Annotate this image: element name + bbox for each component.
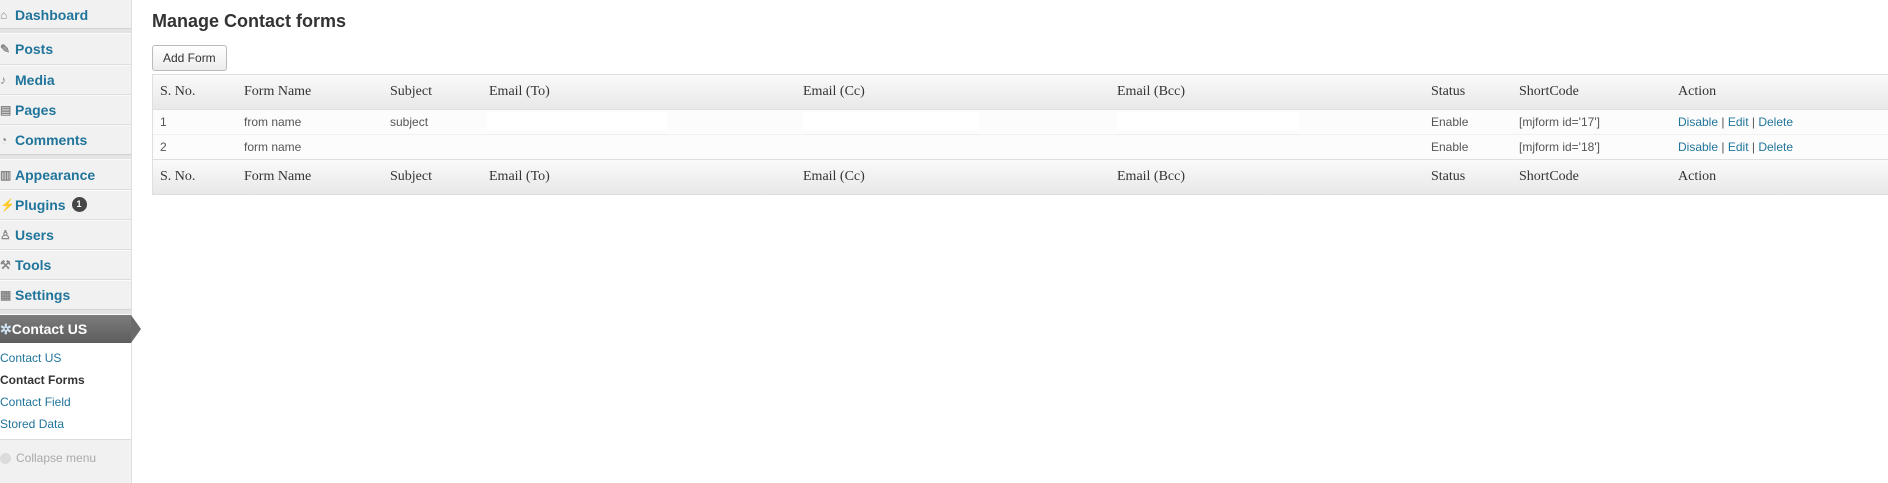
settings-icon: ▦ (0, 287, 12, 302)
menu-posts[interactable]: ✎ Posts (0, 34, 131, 63)
column-header-action: Action (1678, 84, 1717, 99)
tools-icon: ⚒ (0, 257, 11, 272)
menu-media-label: Media (15, 71, 55, 88)
column-header-form-name: Form Name (244, 84, 312, 99)
column-footer-action: Action (1678, 169, 1717, 184)
cell-form-name: from name (244, 115, 302, 129)
cell-form-name: form name (244, 140, 302, 154)
column-footer-form-name: Form Name (244, 169, 312, 184)
menu-pages-label: Pages (15, 101, 57, 118)
menu-appearance-label: Appearance (15, 166, 96, 183)
active-menu-arrow (131, 315, 141, 343)
cell-status: Enable (1431, 115, 1469, 129)
column-header-status: Status (1431, 84, 1466, 99)
appearance-icon: ▥ (0, 167, 12, 182)
cell-email-cc (803, 112, 979, 130)
users-icon: ♙ (0, 227, 11, 242)
menu-appearance[interactable]: ▥ Appearance (0, 160, 131, 189)
cell-sno: 2 (160, 140, 167, 154)
menu-users-label: Users (15, 226, 54, 243)
menu-settings-label: Settings (15, 286, 71, 303)
column-header-email-to: Email (To) (489, 84, 550, 99)
cell-actions: Disable | Edit | Delete (1678, 140, 1793, 154)
action-separator: | (1721, 140, 1725, 154)
menu-settings[interactable]: ▦ Settings (0, 280, 131, 309)
menu-tools[interactable]: ⚒ Tools (0, 250, 131, 279)
table-row: 2 form name Enable [mjform id='18'] Disa… (153, 134, 1888, 159)
menu-dashboard-label: Dashboard (15, 6, 89, 23)
column-footer-email-bcc: Email (Bcc) (1117, 169, 1186, 184)
collapse-icon (0, 452, 11, 464)
collapse-menu-label: Collapse menu (16, 451, 97, 465)
menu-tools-label: Tools (15, 256, 52, 273)
gear-icon: ✲ (0, 320, 12, 337)
column-footer-sno: S. No. (160, 169, 196, 184)
menu-media[interactable]: ♪ Media (0, 65, 131, 94)
disable-link[interactable]: Disable (1678, 140, 1718, 154)
column-footer-email-to: Email (To) (489, 169, 550, 184)
menu-comments[interactable]: ◔ Comments (0, 125, 131, 154)
menu-users[interactable]: ♙ Users (0, 220, 131, 249)
plugins-icon: ⚡ (0, 197, 12, 212)
cell-email-to (487, 112, 667, 130)
contact-us-submenu: Contact US Contact Forms Contact Field S… (0, 343, 131, 440)
menu-comments-label: Comments (15, 131, 88, 148)
column-footer-email-cc: Email (Cc) (803, 169, 865, 184)
pages-icon: ▤ (0, 102, 12, 117)
cell-shortcode: [mjform id='18'] (1519, 140, 1600, 154)
delete-link[interactable]: Delete (1758, 140, 1793, 154)
edit-link[interactable]: Edit (1728, 115, 1749, 129)
menu-contact-us-active[interactable]: ✲ Contact US (0, 315, 131, 343)
disable-link[interactable]: Disable (1678, 115, 1718, 129)
dashboard-icon: ⌂ (0, 7, 8, 22)
cell-email-bcc (1117, 112, 1299, 130)
add-form-button[interactable]: Add Form (152, 45, 227, 71)
menu-contact-us-label: Contact US (11, 321, 88, 337)
menu-plugins-label: Plugins (15, 196, 66, 213)
column-header-subject: Subject (390, 84, 432, 99)
column-footer-status: Status (1431, 169, 1466, 184)
media-icon: ♪ (0, 72, 6, 87)
menu-posts-label: Posts (15, 40, 54, 57)
cell-sno: 1 (160, 115, 167, 129)
admin-sidebar: ⌂ Dashboard ✎ Posts ♪ Media ▤ Pages ◔ Co… (0, 0, 132, 483)
delete-link[interactable]: Delete (1758, 115, 1793, 129)
submenu-contact-field[interactable]: Contact Field (0, 395, 71, 409)
cell-shortcode: [mjform id='17'] (1519, 115, 1600, 129)
pin-icon: ✎ (0, 41, 11, 56)
action-separator: | (1721, 115, 1725, 129)
column-footer-shortcode: ShortCode (1519, 169, 1579, 184)
column-footer-subject: Subject (390, 169, 432, 184)
column-header-email-bcc: Email (Bcc) (1117, 84, 1186, 99)
menu-pages[interactable]: ▤ Pages (0, 95, 131, 124)
plugins-update-badge: 1 (71, 197, 87, 212)
contact-forms-table: S. No. Form Name Subject Email (To) Emai… (152, 74, 1888, 195)
page-title: Manage Contact forms (152, 11, 347, 31)
table-header: S. No. Form Name Subject Email (To) Emai… (153, 75, 1888, 110)
action-separator: | (1751, 115, 1755, 129)
submenu-contact-us[interactable]: Contact US (0, 351, 61, 365)
edit-link[interactable]: Edit (1728, 140, 1749, 154)
submenu-contact-forms[interactable]: Contact Forms (0, 373, 85, 387)
table-row: 1 from name subject Enable [mjform id='1… (153, 110, 1888, 134)
cell-status: Enable (1431, 140, 1469, 154)
column-header-email-cc: Email (Cc) (803, 84, 865, 99)
table-footer: S. No. Form Name Subject Email (To) Emai… (153, 159, 1888, 194)
submenu-stored-data[interactable]: Stored Data (0, 417, 64, 431)
collapse-menu-button[interactable]: Collapse menu (0, 451, 96, 465)
cell-actions: Disable | Edit | Delete (1678, 115, 1793, 129)
menu-dashboard[interactable]: ⌂ Dashboard (0, 0, 131, 29)
cell-subject: subject (390, 115, 429, 129)
column-header-shortcode: ShortCode (1519, 84, 1579, 99)
comments-icon: ◔ (0, 132, 8, 147)
menu-plugins[interactable]: ⚡ Plugins 1 (0, 190, 131, 219)
column-header-sno: S. No. (160, 84, 196, 99)
action-separator: | (1751, 140, 1755, 154)
